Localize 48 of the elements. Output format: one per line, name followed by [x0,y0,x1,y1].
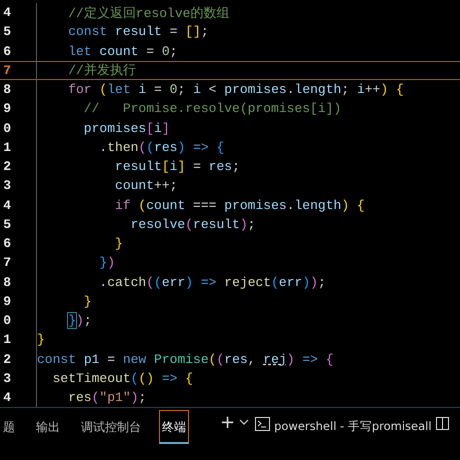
line-number: 9 [2,101,11,116]
code-line: for (let i = 0; i < promises.length; i++) { [36,80,404,100]
code-line: res("p1"); [36,388,146,408]
code-line: .then((res) => { [36,138,224,157]
code-line: }) [36,253,116,272]
line-number: 1 [2,332,11,348]
code-line: } [36,234,123,254]
code-line: } [36,292,92,311]
code-line: .catch((err) => reject(err)); [36,272,326,292]
code-line: const result = []; [36,22,209,42]
code-line: //并发执行 [36,60,136,80]
line-number: 6 [2,44,11,59]
line-number: 3 [2,178,11,194]
code-line: resolve(result); [36,214,256,234]
code-line: }); [36,311,92,330]
line-number: 8 [2,274,11,290]
new-terminal-button[interactable]: + [220,413,236,433]
terminal-name[interactable]: powershell - 手写promiseall [274,419,432,434]
panel-tab[interactable]: 调试控制台 [78,410,144,444]
line-number: 5 [2,24,11,40]
line-number: 1 [2,140,11,155]
line-number: 8 [2,82,11,98]
code-line: //定义返回resolve的数组 [36,3,230,22]
line-number: 3 [2,370,11,386]
line-number: 2 [2,352,11,367]
line-number: 5 [2,216,11,232]
line-number: 6 [2,236,11,252]
line-number: 0 [2,313,11,328]
panel-tab[interactable]: 终端 [159,410,189,444]
line-number: 7 [2,255,11,270]
code-line: result[i] = res; [36,157,240,176]
code-line: } [36,330,45,350]
line-number: 9 [2,294,11,309]
code-line: // Promise.resolve(promises[i]) [36,99,342,118]
line-number: 4 [2,390,11,406]
line-number: 4 [2,198,11,213]
panel-tab[interactable]: 题 [0,410,18,444]
panel-tab[interactable]: 输出 [33,410,63,444]
code-line: if (count === promises.length) { [36,196,365,215]
code-line: const p1 = new Promise((res, rej) => { [36,350,334,369]
line-number: 2 [2,159,11,174]
code-line: let count = 0; [36,42,178,61]
code-line: setTimeout(() => { [36,368,194,388]
code-line: promises[i] [36,118,170,138]
code-line: count++; [36,176,178,196]
line-number: 0 [2,120,11,136]
line-number: 7 [2,62,11,78]
line-number: 4 [2,5,11,20]
